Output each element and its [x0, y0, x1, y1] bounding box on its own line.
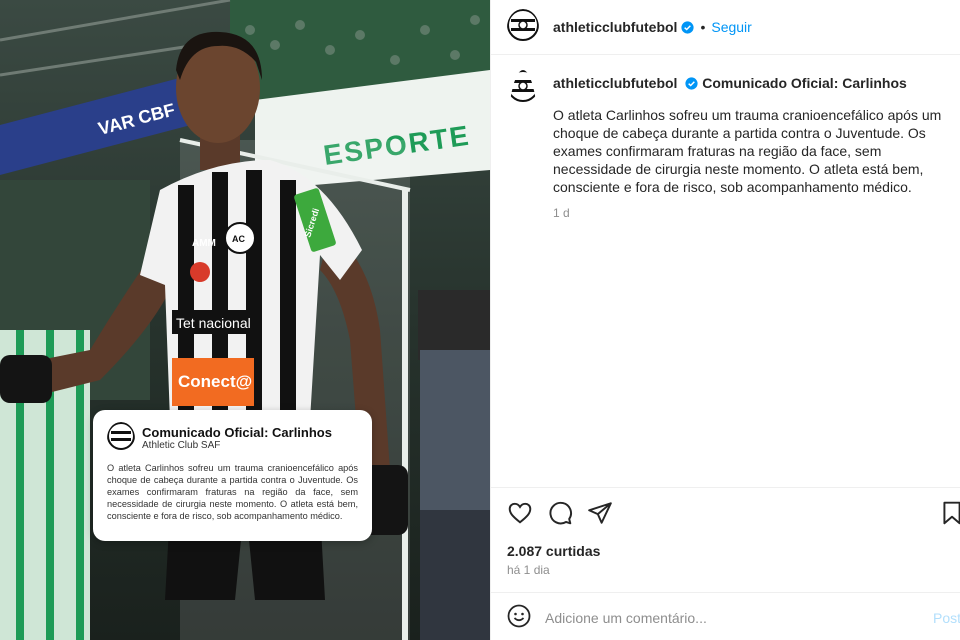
post-caption: athleticclubfutebol Comunicado Oficial: …	[507, 70, 960, 220]
divider	[491, 592, 960, 593]
conecta-sponsor: Conect@	[178, 372, 252, 391]
profile-avatar[interactable]	[507, 8, 539, 46]
comment-icon[interactable]	[547, 500, 573, 526]
likes-count[interactable]: 2.087 curtidas	[507, 543, 600, 559]
heart-icon[interactable]	[507, 500, 533, 526]
verified-badge-icon	[681, 20, 695, 34]
divider	[491, 487, 960, 488]
caption-avatar[interactable]	[507, 70, 539, 220]
emoji-icon[interactable]	[507, 604, 531, 633]
svg-text:AC: AC	[232, 234, 245, 244]
caption-title: Comunicado Oficial: Carlinhos	[702, 75, 907, 91]
amm-sponsor: AMM	[192, 238, 216, 249]
bookmark-icon[interactable]	[939, 500, 960, 526]
tet-nacional-sponsor: Tet nacional	[176, 315, 251, 331]
stadium-photo: VAR CBF ESPORTE Sicredi AC AMM Tet nacio…	[0, 0, 490, 640]
action-bar	[507, 500, 960, 528]
card-body: O atleta Carlinhos sofreu um trauma cran…	[107, 463, 358, 521]
post-time: há 1 dia	[507, 563, 550, 577]
card-title: Comunicado Oficial: Carlinhos	[142, 425, 332, 440]
caption-time[interactable]: 1 d	[553, 206, 957, 220]
post-comment-button[interactable]: Post	[933, 610, 960, 626]
comment-bar: Post	[507, 604, 960, 632]
verified-badge-icon	[685, 77, 698, 90]
club-crest-icon	[107, 422, 135, 455]
post-side-panel: athleticclubfutebol • Seguir athleticclu…	[490, 0, 960, 640]
comment-input[interactable]	[545, 610, 905, 626]
post-image: VAR CBF ESPORTE Sicredi AC AMM Tet nacio…	[0, 0, 490, 640]
username[interactable]: athleticclubfutebol	[553, 19, 677, 35]
post-header: athleticclubfutebol • Seguir	[491, 0, 960, 55]
caption-username[interactable]: athleticclubfutebol	[553, 75, 677, 91]
follow-button[interactable]: Seguir	[711, 19, 751, 35]
separator-dot: •	[700, 19, 706, 35]
statement-card: Comunicado Oficial: Carlinhos Athletic C…	[93, 410, 372, 541]
card-subtitle: Athletic Club SAF	[142, 440, 221, 451]
share-icon[interactable]	[587, 500, 613, 526]
caption-body: O atleta Carlinhos sofreu um trauma cran…	[553, 107, 942, 195]
